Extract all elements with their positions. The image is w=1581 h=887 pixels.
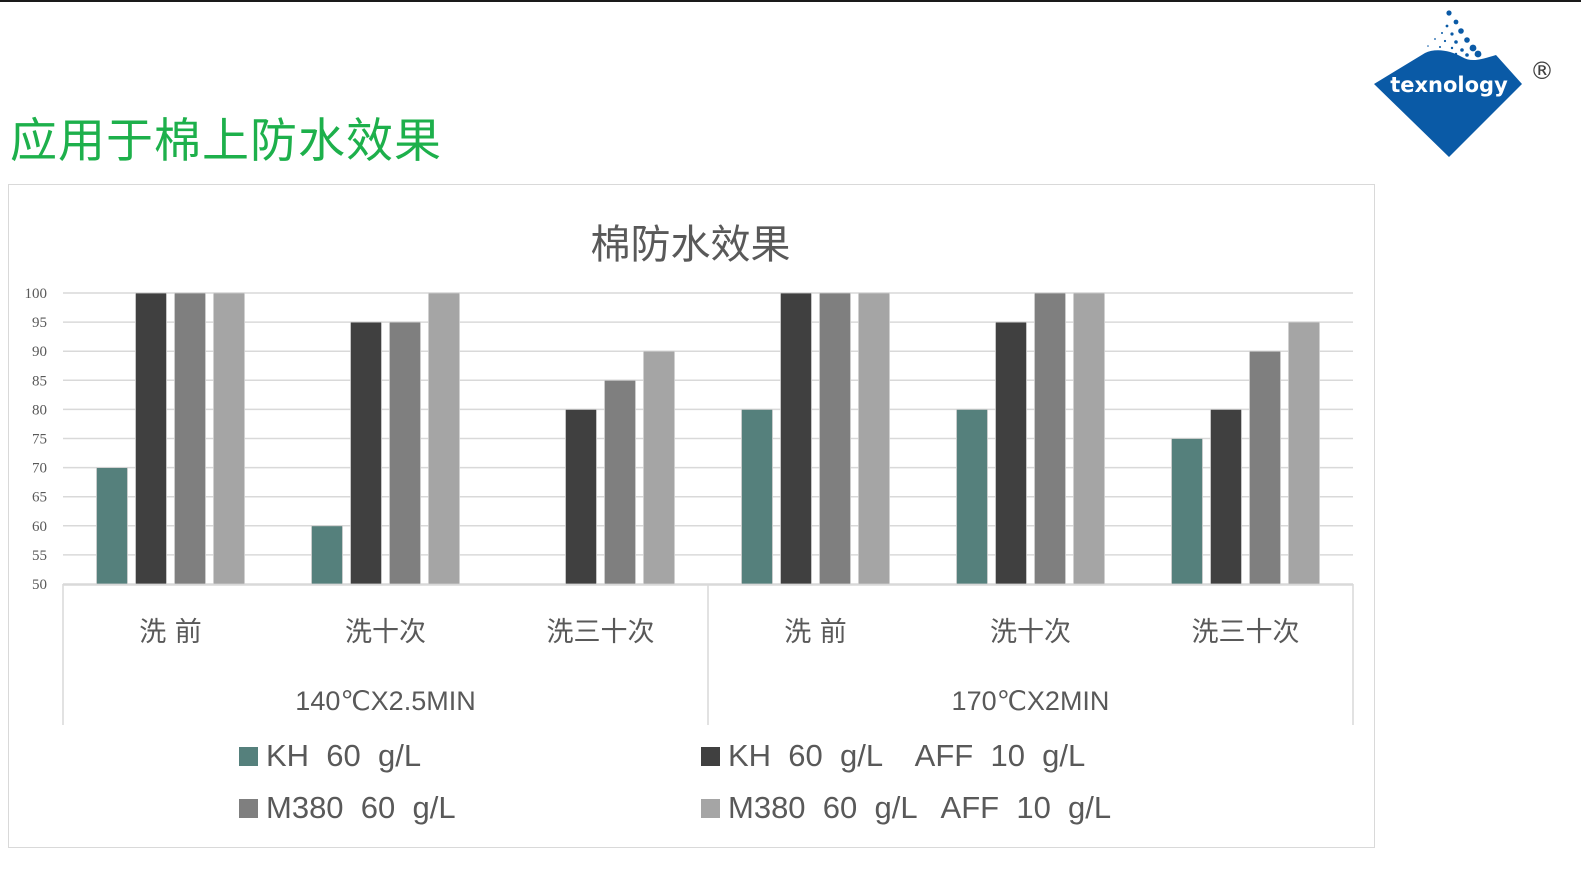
y-tick-label: 95	[32, 315, 47, 331]
legend-label: M380 60 g/L	[266, 790, 456, 825]
bar	[565, 408, 597, 585]
y-tick-label: 60	[32, 519, 47, 535]
bar	[350, 321, 382, 585]
bar	[96, 467, 128, 585]
x-group-label: 140℃X2.5MIN	[295, 686, 475, 716]
bar	[1288, 321, 1320, 585]
bar	[956, 408, 988, 585]
y-tick-label: 90	[32, 344, 47, 360]
y-tick-label: 65	[32, 490, 47, 506]
legend-item-m380: M380 60 g/L	[239, 790, 456, 826]
x-category-label: 洗十次	[990, 617, 1071, 648]
bar	[1210, 408, 1242, 585]
bar	[604, 379, 636, 585]
y-tick-label: 75	[32, 432, 47, 448]
y-tick-label: 85	[32, 373, 47, 389]
bar	[174, 292, 206, 585]
bar	[995, 321, 1027, 585]
legend-swatch	[239, 798, 258, 818]
bar	[1249, 350, 1281, 585]
legend-label: KH 60 g/L AFF 10 g/L	[728, 738, 1086, 773]
y-tick-label: 100	[25, 286, 48, 302]
bar	[780, 292, 812, 585]
x-category-label: 洗 前	[139, 617, 202, 648]
y-tick-label: 50	[32, 577, 47, 593]
y-tick-label: 70	[32, 461, 47, 477]
bar	[1034, 292, 1066, 585]
bar	[643, 350, 675, 585]
legend-item-kh-aff: KH 60 g/L AFF 10 g/L	[701, 738, 1085, 774]
legend-swatch	[701, 746, 720, 766]
bar	[213, 292, 245, 585]
legend-label: KH 60 g/L	[266, 738, 422, 773]
bar	[1171, 438, 1203, 585]
bar	[819, 292, 851, 585]
x-category-label: 洗十次	[345, 617, 426, 648]
y-tick-label: 80	[32, 402, 47, 418]
bar	[428, 292, 460, 585]
bar	[311, 525, 343, 585]
x-group-label: 170℃X2MIN	[952, 686, 1110, 716]
x-category-label: 洗三十次	[1192, 617, 1300, 648]
bar	[741, 408, 773, 585]
bar	[135, 292, 167, 585]
bar	[1073, 292, 1105, 585]
legend-swatch	[701, 798, 720, 818]
bar	[389, 321, 421, 585]
x-category-label: 洗三十次	[547, 617, 655, 648]
legend-item-kh: KH 60 g/L	[239, 738, 421, 774]
bar	[858, 292, 890, 585]
legend-swatch	[239, 746, 258, 766]
legend-item-m380-aff: M380 60 g/L AFF 10 g/L	[701, 790, 1111, 826]
y-tick-label: 55	[32, 548, 47, 564]
legend-label: M380 60 g/L AFF 10 g/L	[728, 790, 1112, 825]
x-category-label: 洗 前	[784, 617, 847, 648]
